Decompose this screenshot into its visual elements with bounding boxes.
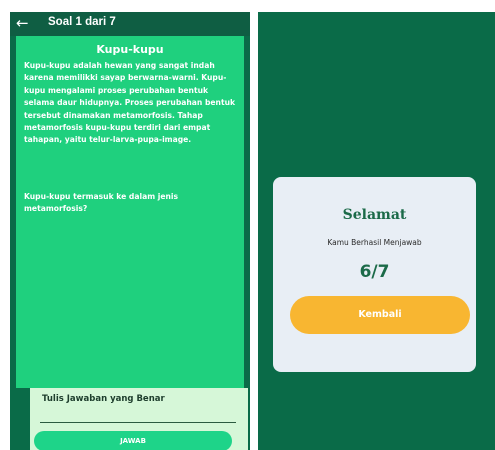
back-arrow-icon[interactable]: ← (16, 14, 29, 32)
question-text: Kupu-kupu termasuk ke dalam jenis metamo… (24, 192, 179, 214)
quiz-screen: ← Soal 1 dari 7 Kupu-kupu Kupu-kupu adal… (10, 12, 250, 450)
top-app-bar: ← Soal 1 dari 7 (10, 12, 250, 36)
back-button[interactable]: Kembali (290, 296, 470, 334)
answer-card: Tulis Jawaban yang Benar JAWAB (30, 388, 248, 450)
topic-title: Kupu-kupu (96, 43, 164, 56)
question-content: Kupu-kupu Kupu-kupu adalah hewan yang sa… (16, 36, 244, 388)
reading-passage: Kupu-kupu adalah hewan yang sangat indah… (24, 61, 236, 145)
score-text: 6/7 (359, 262, 390, 282)
dialog-message: Kamu Berhasil Menjawab (327, 238, 422, 247)
result-screen: Selamat Kamu Berhasil Menjawab 6/7 Kemba… (258, 12, 495, 450)
result-dialog: Selamat Kamu Berhasil Menjawab 6/7 Kemba… (273, 177, 476, 372)
answer-input[interactable] (40, 408, 236, 423)
question-counter-title: Soal 1 dari 7 (48, 16, 116, 28)
dialog-title: Selamat (342, 207, 407, 223)
submit-answer-button[interactable]: JAWAB (34, 431, 232, 450)
answer-label: Tulis Jawaban yang Benar (42, 394, 165, 404)
